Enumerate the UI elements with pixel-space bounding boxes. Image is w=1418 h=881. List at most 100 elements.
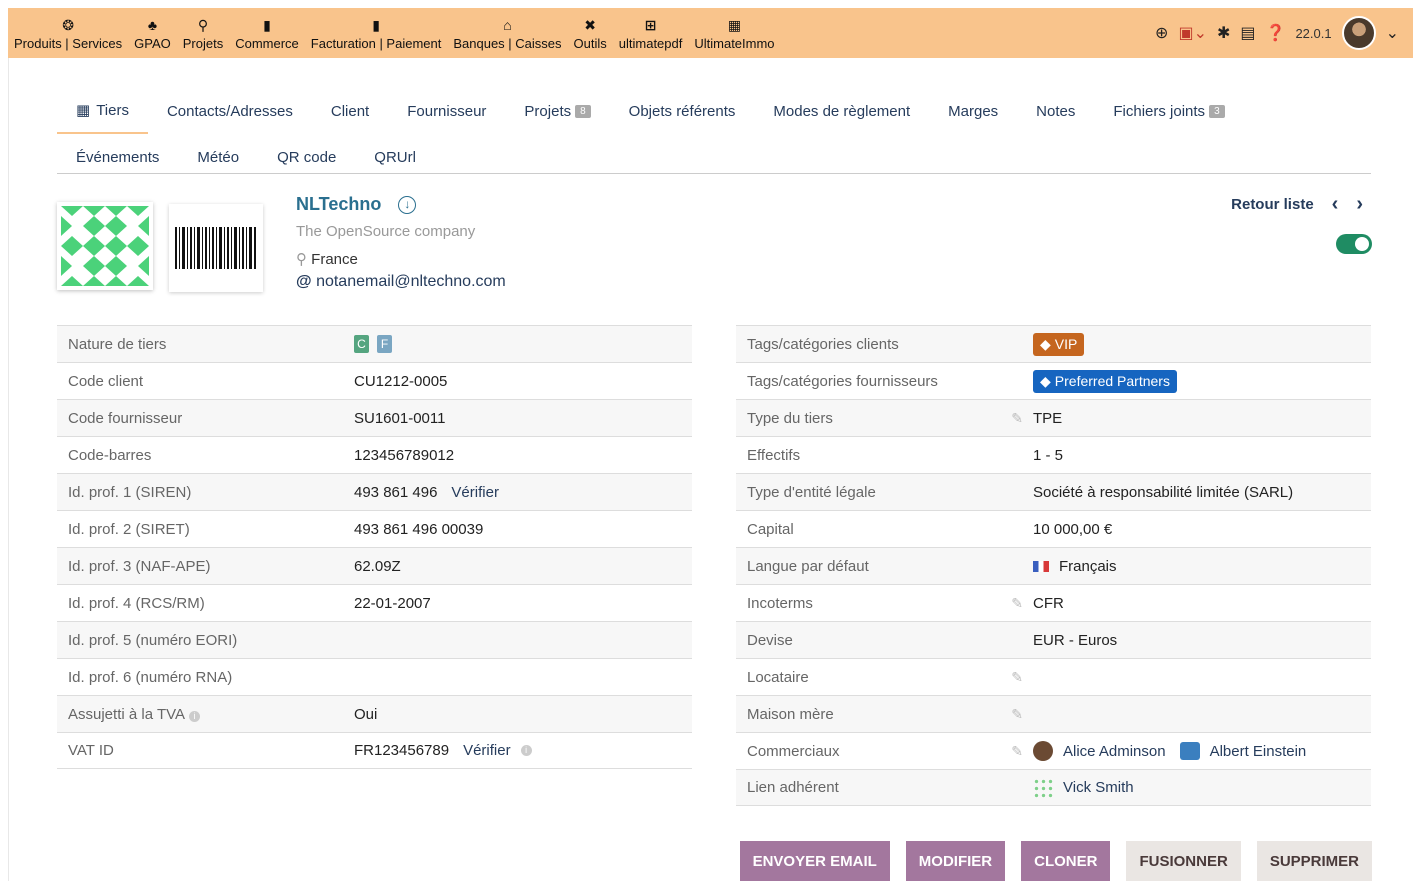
tab-3[interactable]: Fournisseur [388, 88, 505, 134]
tab-label: Modes de règlement [773, 102, 911, 120]
field-label-text: Langue par défaut [747, 557, 869, 575]
field-label: Assujetti à la TVA i [57, 706, 354, 723]
previous-record-icon[interactable]: ‹ [1332, 193, 1339, 216]
menu-item-3[interactable]: ▮ Commerce [229, 8, 305, 58]
menu-item-5[interactable]: ⌂ Banques | Caisses [447, 8, 567, 58]
pencil-icon[interactable]: ✎ [1011, 669, 1023, 686]
delete-button[interactable]: SUPPRIMER [1256, 841, 1372, 881]
field-label: Maison mère ✎ [736, 706, 1033, 723]
flag-icon [1033, 560, 1049, 572]
field-row: Capital 10 000,00 € [736, 510, 1371, 547]
field-value: Oui [354, 706, 377, 723]
field-row: Code fournisseur SU1601-0011 [57, 399, 692, 436]
tab-5[interactable]: Objets référents [610, 88, 755, 134]
send-email-button[interactable]: ENVOYER EMAIL [739, 841, 890, 881]
menu-item-7[interactable]: ⊞ ultimatepdf [613, 8, 689, 58]
modify-button[interactable]: MODIFIER [905, 841, 1006, 881]
field-label: Tags/catégories clients [736, 336, 1033, 353]
tab-7[interactable]: Marges [929, 88, 1017, 134]
bookmark-dropdown-icon[interactable]: ▣⌄ [1178, 23, 1207, 43]
menu-item-label: ultimatepdf [618, 35, 683, 51]
company-name-text: NLTechno [296, 194, 382, 214]
field-value-text: TPE [1033, 409, 1063, 427]
pencil-icon[interactable]: ✎ [1011, 743, 1023, 760]
menu-item-6[interactable]: ✖ Outils [568, 8, 613, 58]
field-label-text: Code client [68, 372, 144, 390]
field-value: 493 861 496 00039 [354, 521, 483, 538]
verify-link[interactable]: Vérifier [463, 742, 511, 759]
field-label: Id. prof. 4 (RCS/RM) [57, 595, 354, 612]
company-email-text[interactable]: notanemail@nltechno.com [316, 273, 506, 290]
field-label-text: Capital [747, 520, 794, 538]
info-icon[interactable]: i [520, 745, 532, 756]
back-to-list-link[interactable]: Retour liste [1231, 196, 1314, 213]
tab-2[interactable]: Client [312, 88, 388, 134]
category-tag[interactable]: ◆ VIP [1033, 332, 1085, 356]
field-value: SU1601-0011 [354, 410, 445, 427]
menu-item-0[interactable]: ❂ Produits | Services [8, 8, 128, 58]
menu-item-8[interactable]: ▦ UltimateImmo [688, 8, 780, 58]
merge-button[interactable]: FUSIONNER [1126, 841, 1241, 881]
field-row: Maison mère ✎ [736, 695, 1371, 732]
field-value: CU1212-0005 [354, 373, 447, 390]
tabs-container: ▦ Tiers Contacts/Adresses Client Fournisseu… [57, 88, 1371, 180]
menu-item-4[interactable]: ▮ Facturation | Paiement [305, 8, 448, 58]
user-link[interactable]: Alice Adminson [1063, 743, 1166, 760]
print-icon[interactable]: ▤ [1240, 23, 1255, 43]
invoice-icon: ▮ [372, 16, 380, 33]
chevron-down-icon[interactable]: ⌄ [1386, 23, 1399, 43]
field-label-text: Maison mère [747, 705, 834, 723]
field-label: Capital [736, 521, 1033, 538]
pencil-icon[interactable]: ✎ [1011, 595, 1023, 612]
menu-item-2[interactable]: ⚲ Projets [177, 8, 229, 58]
menu-item-label: Produits | Services [14, 35, 123, 51]
field-label-text: Type d'entité légale [747, 483, 876, 501]
clone-button[interactable]: CLONER [1021, 841, 1111, 881]
field-value: Alice Adminson Albert Einstein [1033, 741, 1306, 761]
field-value-text: Oui [354, 705, 378, 723]
field-label-text: Code fournisseur [68, 409, 183, 427]
field-value: 62.09Z [354, 558, 401, 575]
status-toggle[interactable] [1336, 234, 1372, 254]
field-label: Id. prof. 1 (SIREN) [57, 484, 354, 501]
field-value-text: EUR - Euros [1033, 631, 1118, 649]
briefcase-icon: ▮ [263, 16, 271, 33]
verify-link[interactable]: Vérifier [451, 484, 499, 501]
field-value: 493 861 496 Vérifier [354, 484, 499, 501]
field-row: Lien adhérent Vick Smith [736, 769, 1371, 806]
help-icon[interactable]: ❓ [1266, 23, 1286, 43]
type-tag-c: C [354, 335, 369, 353]
user-avatar[interactable] [1341, 16, 1376, 50]
field-value-text: 22-01-2007 [354, 594, 431, 612]
pencil-icon[interactable]: ✎ [1011, 410, 1023, 427]
user-link[interactable]: Albert Einstein [1210, 743, 1307, 760]
tab-9[interactable]: Fichiers joints 3 [1094, 88, 1243, 134]
tab-6[interactable]: Modes de règlement [754, 88, 929, 134]
type-tag-f: F [377, 335, 392, 353]
menu-item-1[interactable]: ♣ GPAO [128, 8, 177, 58]
bug-icon[interactable]: ✱ [1217, 23, 1230, 43]
plus-circle-icon[interactable]: ⊕ [1155, 23, 1168, 43]
tools-icon: ✖ [584, 16, 597, 33]
barcode-lines [175, 227, 256, 269]
left-fields-table: Nature de tiers C F Code client CU1212-0005 C… [57, 325, 692, 769]
top-menu-bar: ❂ Produits | Services ♣ GPAO ⚲ Projets ▮ Commer… [8, 8, 1413, 58]
info-icon[interactable]: i [189, 710, 200, 722]
tab-8[interactable]: Notes [1017, 88, 1094, 134]
next-record-icon[interactable]: › [1356, 193, 1363, 216]
field-label: Code fournisseur [57, 410, 354, 427]
member-avatar-icon [1033, 777, 1053, 798]
company-country: ⚲ France [296, 250, 358, 268]
tab-label: QR code [277, 148, 337, 166]
company-email[interactable]: @ notanemail@nltechno.com [296, 273, 506, 291]
tab-1[interactable]: Contacts/Adresses [148, 88, 312, 134]
field-value: 1 - 5 [1033, 447, 1063, 464]
download-icon[interactable]: ↓ [398, 196, 417, 215]
member-link[interactable]: Vick Smith [1063, 779, 1134, 796]
field-label-text: Effectifs [747, 446, 801, 464]
field-label-text: Devise [747, 631, 793, 649]
tab-0[interactable]: ▦ Tiers [57, 88, 148, 134]
category-tag[interactable]: ◆ Preferred Partners [1033, 369, 1177, 393]
tab-4[interactable]: Projets 8 [505, 88, 609, 134]
pencil-icon[interactable]: ✎ [1011, 706, 1023, 723]
